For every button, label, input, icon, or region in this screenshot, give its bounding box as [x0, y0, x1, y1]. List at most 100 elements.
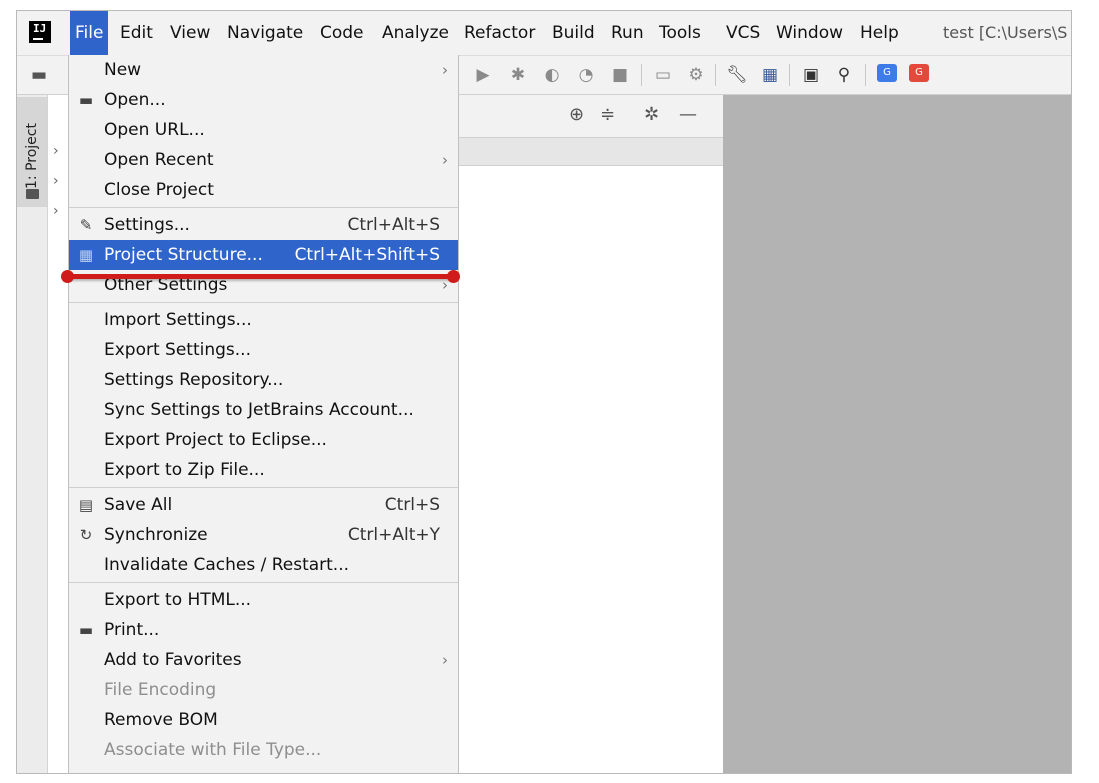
menu-item-label: Settings... — [104, 215, 190, 235]
project-structure-icon: ▦ — [78, 246, 94, 264]
menu-item-open[interactable]: ▬ Open... — [69, 85, 458, 115]
menu-separator — [69, 582, 458, 583]
menu-build[interactable]: Build — [547, 11, 600, 55]
menu-item-add-to-favorites[interactable]: Add to Favorites › — [69, 645, 458, 675]
menu-item-label: Export to Zip File... — [104, 460, 265, 480]
menu-item-settings[interactable]: ✎ Settings... Ctrl+Alt+S — [69, 210, 458, 240]
chevron-right-icon: › — [442, 151, 448, 169]
build-icon[interactable]: ⚙ — [685, 64, 707, 86]
project-panel-header: ⊕ ≑ ✲ — — [457, 95, 723, 138]
menu-navigate[interactable]: Navigate — [222, 11, 308, 55]
folder-icon — [26, 189, 39, 199]
project-structure-icon[interactable]: ▦ — [759, 64, 781, 86]
menu-code[interactable]: Code — [315, 11, 369, 55]
menu-item-close-project[interactable]: Close Project — [69, 175, 458, 205]
menu-run[interactable]: Run — [606, 11, 649, 55]
sync-icon: ↻ — [79, 526, 93, 544]
menu-item-open-url[interactable]: Open URL... — [69, 115, 458, 145]
menu-item-save-all[interactable]: ▤ Save All Ctrl+S — [69, 490, 458, 520]
toolbar-separator — [865, 64, 866, 86]
file-menu-dropdown: New › ▬ Open... Open URL... Open Recent … — [68, 55, 459, 773]
menu-item-shortcut: Ctrl+Alt+S — [347, 215, 440, 235]
gear-icon[interactable]: ✲ — [644, 104, 659, 126]
menu-tools[interactable]: Tools — [654, 11, 706, 55]
menu-item-label: Remove BOM — [104, 710, 218, 730]
menu-item-export-settings[interactable]: Export Settings... — [69, 335, 458, 365]
menu-edit[interactable]: Edit — [115, 11, 158, 55]
menu-item-synchronize[interactable]: ↻ Synchronize Ctrl+Alt+Y — [69, 520, 458, 550]
menu-item-export-html[interactable]: Export to HTML... — [69, 585, 458, 615]
chevron-right-icon[interactable]: › — [53, 143, 59, 159]
menu-item-shortcut: Ctrl+Alt+Y — [347, 525, 440, 545]
menu-item-export-zip[interactable]: Export to Zip File... — [69, 455, 458, 485]
intellij-logo-icon[interactable]: IJ — [29, 21, 51, 43]
menu-item-print[interactable]: ▬ Print... — [69, 615, 458, 645]
menu-refactor[interactable]: Refactor — [459, 11, 540, 55]
project-tree — [48, 95, 69, 773]
menu-item-project-structure[interactable]: ▦ Project Structure... Ctrl+Alt+Shift+S — [69, 240, 458, 270]
search-icon[interactable]: ⚲ — [833, 64, 855, 86]
menu-item-label: Associate with File Type... — [104, 740, 322, 760]
menu-vcs[interactable]: VCS — [721, 11, 765, 55]
menu-item-new[interactable]: New › — [69, 55, 458, 85]
profile-icon[interactable]: ◔ — [575, 64, 597, 86]
stop-icon[interactable]: ■ — [609, 64, 631, 86]
hide-icon[interactable]: — — [679, 104, 697, 126]
ide-window: IJ File Edit View Navigate Code Analyze … — [16, 10, 1072, 774]
menu-item-settings-repository[interactable]: Settings Repository... — [69, 365, 458, 395]
annotation-dot-right — [447, 270, 460, 283]
window-title: test [C:\Users\S — [943, 23, 1068, 42]
menu-item-label: Export to HTML... — [104, 590, 252, 610]
attach-debugger-icon[interactable]: ▭ — [652, 64, 674, 86]
printer-icon: ▬ — [78, 621, 94, 639]
menu-item-remove-bom[interactable]: Remove BOM — [69, 705, 458, 735]
menu-separator — [69, 207, 458, 208]
menu-item-label: Add to Favorites — [104, 650, 242, 670]
project-tool-tab[interactable]: 1: Project — [17, 97, 47, 207]
annotation-dot-left — [61, 270, 74, 283]
menu-item-label: File Encoding — [104, 680, 217, 700]
menu-item-label: Close Project — [104, 180, 214, 200]
translate-replace-icon[interactable]: G — [909, 64, 931, 86]
editor-area — [723, 95, 1071, 773]
menu-item-open-recent[interactable]: Open Recent › — [69, 145, 458, 175]
toolbar-separator — [715, 64, 716, 86]
debug-icon[interactable]: ✱ — [507, 64, 529, 86]
chevron-right-icon[interactable]: › — [53, 203, 59, 219]
locate-icon[interactable]: ⊕ — [569, 104, 584, 126]
menu-item-sync-settings[interactable]: Sync Settings to JetBrains Account... — [69, 395, 458, 425]
menu-item-label: Sync Settings to JetBrains Account... — [104, 400, 414, 420]
terminal-icon[interactable]: ▣ — [800, 64, 822, 86]
menu-item-file-encoding: File Encoding — [69, 675, 458, 705]
coverage-icon[interactable]: ◐ — [541, 64, 563, 86]
menu-window[interactable]: Window — [771, 11, 848, 55]
menu-item-label: Open... — [104, 90, 166, 110]
menu-item-shortcut: Ctrl+Alt+Shift+S — [294, 245, 440, 265]
annotation-underline — [66, 274, 454, 279]
menu-item-label: Export Project to Eclipse... — [104, 430, 327, 450]
menu-item-label: Print... — [104, 620, 160, 640]
menu-item-associate-file-type: Associate with File Type... — [69, 735, 458, 765]
folder-icon[interactable]: ▬ — [28, 64, 50, 86]
chevron-right-icon: › — [442, 61, 448, 79]
folder-open-icon: ▬ — [78, 91, 94, 109]
app-icon-glyph: IJ — [33, 22, 47, 35]
wrench-icon[interactable]: 🔧︎ — [726, 64, 748, 86]
menu-view[interactable]: View — [165, 11, 215, 55]
chevron-right-icon[interactable]: › — [53, 173, 59, 189]
menu-item-label: Open URL... — [104, 120, 205, 140]
run-icon[interactable]: ▶ — [472, 64, 494, 86]
menu-file[interactable]: File — [70, 11, 109, 55]
menu-separator — [69, 487, 458, 488]
wrench-icon: ✎ — [79, 216, 93, 234]
menu-analyze[interactable]: Analyze — [377, 11, 454, 55]
menu-item-label: Settings Repository... — [104, 370, 284, 390]
menu-separator — [69, 302, 458, 303]
translate-icon[interactable]: G — [877, 64, 899, 86]
menu-item-invalidate-caches[interactable]: Invalidate Caches / Restart... — [69, 550, 458, 580]
menu-item-label: Import Settings... — [104, 310, 252, 330]
menu-item-import-settings[interactable]: Import Settings... — [69, 305, 458, 335]
collapse-all-icon[interactable]: ≑ — [600, 104, 615, 126]
menu-help[interactable]: Help — [855, 11, 904, 55]
menu-item-export-eclipse[interactable]: Export Project to Eclipse... — [69, 425, 458, 455]
